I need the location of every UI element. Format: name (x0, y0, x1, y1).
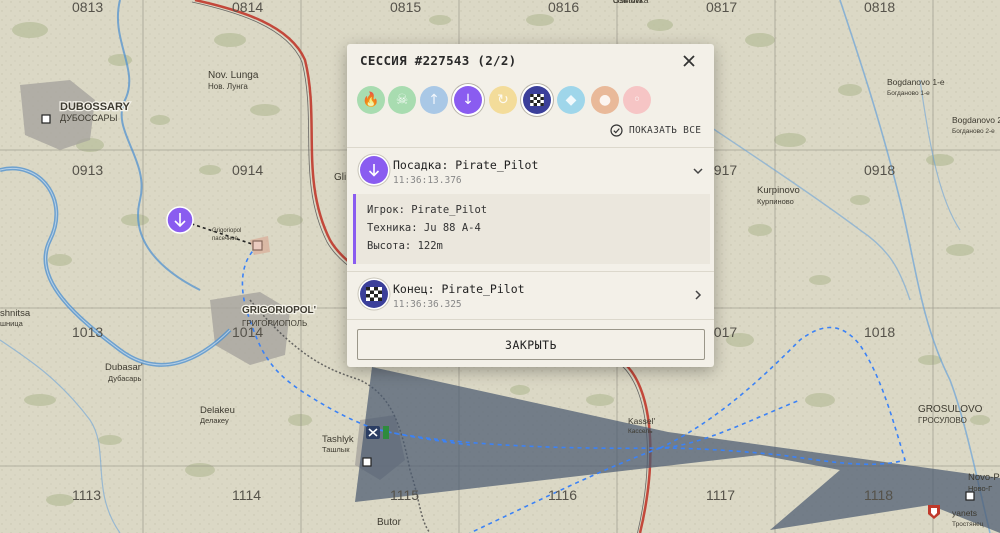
arrow-down-icon[interactable]: ↓ (454, 86, 482, 114)
city-marker-dubossary[interactable] (41, 114, 51, 124)
place-label-ru: пасечное (212, 236, 239, 242)
place-label-ru: ГРОСУЛОВО (918, 416, 967, 425)
check-circle-icon (610, 123, 623, 137)
place-label-ru: Ташлык (322, 445, 350, 454)
dot-icon[interactable]: ● (591, 86, 619, 114)
place-label: GROSULOVO (918, 404, 983, 415)
place-label-ru: шница (0, 319, 24, 328)
place-label: yanets (952, 508, 977, 518)
place-label-ru: Делакеу (200, 416, 229, 425)
show-all-label: ПОКАЗАТЬ ВСЕ (629, 124, 702, 136)
place-label: Kassel' (628, 416, 656, 426)
grid-label: 0813 (72, 0, 103, 15)
place-label: Nov. Lunga (208, 70, 259, 81)
grid-label: 0817 (706, 0, 737, 15)
event-title: Посадка: Pirate_Pilot (393, 158, 539, 172)
ring-icon[interactable]: ◦ (623, 86, 651, 114)
chevron-right-icon[interactable] (692, 289, 704, 301)
landing-event-marker[interactable] (166, 206, 194, 234)
event-item-end[interactable]: Конец: Pirate_Pilot 11:36:36.325 (347, 271, 714, 319)
arrow-down-icon (360, 156, 388, 184)
grid-label: 1113 (72, 487, 101, 503)
dialog-title: СЕССИЯ #227543 (2/2) (360, 53, 517, 68)
flame-icon[interactable]: 🔥 (357, 86, 385, 114)
place-label-ru: ДУБОССАРЫ (60, 113, 118, 123)
grid-label: 0815 (390, 0, 421, 15)
dialog-header: СЕССИЯ #227543 (2/2) (347, 44, 714, 80)
checkered-flag-icon[interactable] (523, 86, 551, 114)
grid-label: 0816 (548, 0, 579, 15)
grid-label: 1115 (390, 487, 419, 503)
event-title: Конец: Pirate_Pilot (393, 282, 525, 296)
event-details: Игрок: Pirate_Pilot Техника: Ju 88 A-4 В… (353, 194, 710, 264)
show-all-toggle[interactable]: ПОКАЗАТЬ ВСЕ (610, 122, 701, 138)
city-marker-tashlyk[interactable] (362, 457, 372, 467)
place-label-ru: Дубасарь (108, 374, 141, 383)
detail-altitude: Высота: 122m (367, 240, 443, 252)
session-dialog: СЕССИЯ #227543 (2/2) 🔥 ☠ ↑ ↓ ↻ ◆ ● ◦ ПОКАЗАТЬ В… (347, 44, 714, 367)
grid-label: 0818 (864, 0, 895, 15)
place-label-ru: Тростянец (952, 521, 984, 528)
arrow-up-icon[interactable]: ↑ (420, 86, 448, 114)
place-label: Grigoriopol (212, 228, 241, 234)
place-label-ru: Ново-Г (968, 484, 992, 493)
place-label-ru: Нов. Лунга (208, 82, 248, 91)
detail-vehicle: Техника: Ju 88 A-4 (367, 222, 481, 234)
grid-label: 1118 (864, 487, 893, 503)
close-button[interactable]: ЗАКРЫТЬ (357, 329, 705, 360)
diamond-icon[interactable]: ◆ (557, 86, 585, 114)
event-time: 11:36:36.325 (393, 299, 462, 310)
event-item-landing[interactable]: Посадка: Pirate_Pilot 11:36:13.376 (347, 147, 714, 195)
divider (347, 319, 714, 320)
skull-icon[interactable]: ☠ (388, 86, 416, 114)
grid-label: 0918 (864, 162, 895, 178)
grid-label: 1117 (706, 487, 735, 503)
city-marker-novo-p[interactable] (965, 491, 975, 501)
grid-label: 1018 (864, 324, 895, 340)
place-label: GRIGORIOPOL' (242, 305, 316, 316)
place-label: Delakeu (200, 405, 235, 416)
grid-label: 0814 (232, 0, 263, 15)
place-label: Bogdanovo 1-e (887, 77, 945, 87)
close-button-label: ЗАКРЫТЬ (505, 337, 557, 352)
chevron-down-icon[interactable] (692, 165, 704, 177)
grid-label: 0914 (232, 162, 263, 178)
grid-label: 1013 (72, 324, 103, 340)
place-label: DUBOSSARY (60, 101, 131, 113)
place-label-ru: Осиновка (613, 0, 643, 5)
place-label: Kurpinovo (757, 185, 800, 196)
close-icon[interactable] (678, 50, 700, 72)
detail-player: Игрок: Pirate_Pilot (367, 204, 488, 216)
place-label-ru: Богданово 2-е (952, 128, 995, 135)
place-label: Butor (377, 517, 402, 528)
grid-label: 1114 (232, 487, 261, 503)
place-label-ru: Кассель (628, 428, 653, 435)
event-time: 11:36:13.376 (393, 175, 462, 186)
grid-label: 1116 (548, 487, 577, 503)
place-label-ru: Богданово 1-е (887, 90, 930, 97)
ground-unit-icon[interactable] (366, 426, 389, 439)
place-label: Dubasar' (105, 362, 143, 373)
place-label: Novo-P (968, 472, 1000, 483)
place-label-ru: Курпиново (757, 197, 794, 206)
place-label-ru: ГРИГОРИОПОЛЬ (242, 319, 307, 328)
place-label: shnitsa (0, 308, 31, 319)
grid-label: 0913 (72, 162, 103, 178)
checkered-flag-icon (360, 280, 388, 308)
place-label: Tashlyk (322, 434, 354, 445)
place-label: Gli (334, 172, 346, 183)
refresh-icon[interactable]: ↻ (489, 86, 517, 114)
place-label: Bogdanovo 2-e (952, 115, 1000, 125)
